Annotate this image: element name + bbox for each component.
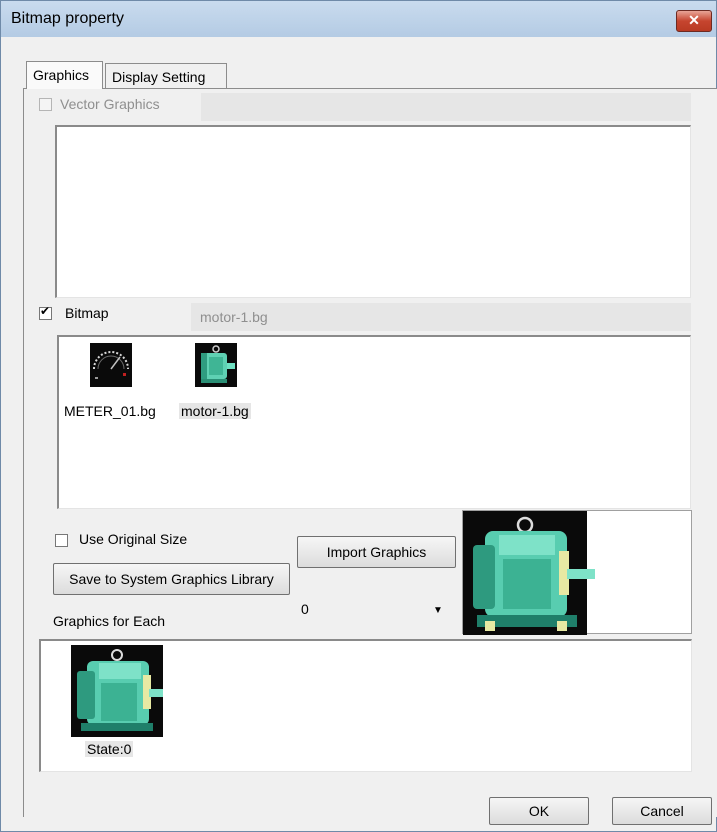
- use-original-size-checkbox[interactable]: [55, 534, 68, 547]
- vector-graphics-name-field: [201, 93, 691, 121]
- bitmap-file-label[interactable]: METER_01.bg: [64, 403, 156, 419]
- state-select-value: 0: [301, 601, 309, 617]
- state-item[interactable]: [71, 645, 163, 737]
- motor-icon: [195, 343, 237, 387]
- bitmap-preview: [462, 510, 692, 635]
- bitmap-label: Bitmap: [65, 305, 109, 321]
- bitmap-file-item[interactable]: [89, 343, 133, 389]
- vector-graphics-label: Vector Graphics: [60, 96, 160, 112]
- state-graphics-list[interactable]: State:0: [39, 639, 692, 772]
- tab-display-setting[interactable]: Display Setting: [105, 63, 227, 89]
- tab-graphics[interactable]: Graphics: [26, 61, 103, 89]
- close-button[interactable]: ✕: [676, 10, 712, 32]
- bitmap-file-list[interactable]: METER_01.bg motor-1.bg: [57, 335, 691, 509]
- dialog-title: Bitmap property: [11, 10, 124, 27]
- close-icon: ✕: [688, 12, 700, 28]
- title-bar[interactable]: Bitmap property ✕: [1, 1, 716, 37]
- graphics-for-each-label: Graphics for Each: [53, 613, 166, 629]
- cancel-button[interactable]: Cancel: [612, 797, 712, 825]
- bitmap-file-item[interactable]: [194, 343, 238, 389]
- bitmap-checkbox[interactable]: [39, 304, 52, 320]
- motor-preview-image: [463, 511, 595, 635]
- bitmap-file-label[interactable]: motor-1.bg: [179, 403, 251, 419]
- state-label: State:0: [85, 741, 134, 757]
- save-to-library-button[interactable]: Save to System Graphics Library: [53, 563, 290, 595]
- bitmap-property-dialog: Bitmap property ✕ Graphics Display Setti…: [0, 0, 717, 832]
- vector-graphics-list[interactable]: [55, 125, 691, 298]
- meter-icon: [90, 343, 132, 387]
- import-graphics-button[interactable]: Import Graphics: [297, 536, 456, 568]
- vector-graphics-checkbox[interactable]: [39, 98, 52, 111]
- state-select[interactable]: 0 ▼: [293, 595, 453, 623]
- ok-button[interactable]: OK: [489, 797, 589, 825]
- use-original-size-label: Use Original Size: [79, 531, 188, 547]
- motor-icon: [71, 645, 163, 737]
- chevron-down-icon: ▼: [433, 605, 443, 616]
- bitmap-name-field: motor-1.bg: [191, 303, 691, 331]
